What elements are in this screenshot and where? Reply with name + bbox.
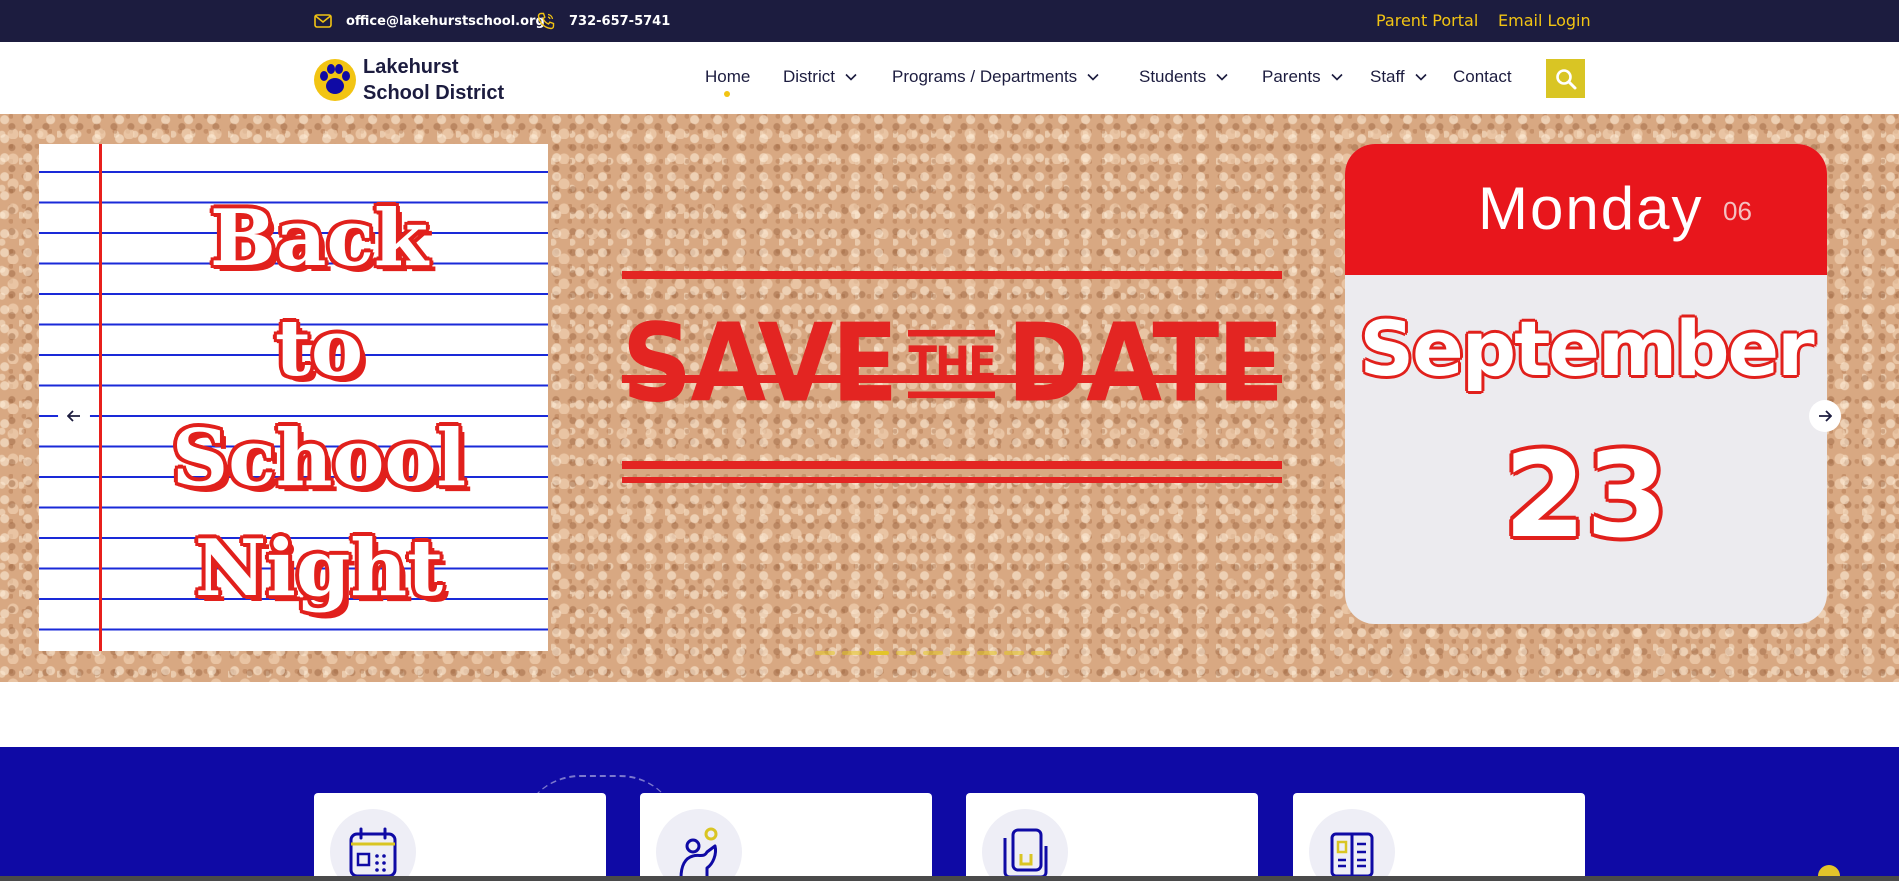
active-nav-indicator	[724, 91, 730, 97]
slider-dot[interactable]	[896, 651, 916, 655]
book-icon	[1330, 832, 1374, 878]
quick-links-section	[0, 747, 1899, 881]
main-header: Lakehurst School District Home District …	[0, 42, 1899, 114]
back-to-school-notebook: Back to School Night	[39, 144, 548, 651]
phone-icon	[535, 10, 557, 32]
back-to-school-text: Back to School Night	[109, 184, 529, 624]
stamp-bar-bottom	[622, 477, 1282, 483]
notebook-margin-line	[99, 144, 102, 651]
slider-dot[interactable]	[923, 651, 943, 655]
slider-dot-active[interactable]	[869, 651, 889, 655]
calendar-day-number: 06	[1723, 196, 1752, 226]
search-button[interactable]	[1546, 59, 1585, 98]
slider-dot[interactable]	[1031, 651, 1051, 655]
slider-dot[interactable]	[950, 651, 970, 655]
the-word: THE	[908, 329, 997, 399]
slider-prev-button[interactable]	[58, 400, 90, 432]
arrow-left-icon	[67, 410, 80, 422]
student-icon	[679, 827, 718, 879]
quick-link-card-documents[interactable]	[966, 793, 1258, 881]
folder-icon	[1003, 828, 1048, 879]
notebook-word: School	[171, 413, 467, 504]
paw-logo-icon	[314, 59, 356, 101]
calendar-card: Monday 06 September 23	[1345, 144, 1827, 624]
save-the-date-text: SAVE THE DATE	[621, 301, 1284, 427]
calendar-day: Monday	[1478, 175, 1704, 242]
slider-next-button[interactable]	[1809, 400, 1841, 432]
calendar-icon	[349, 827, 397, 878]
district-logo[interactable]: Lakehurst School District	[313, 54, 504, 106]
slider-dot[interactable]	[815, 651, 835, 655]
district-name: Lakehurst School District	[363, 54, 504, 106]
card-icon-circle	[656, 809, 742, 881]
slider-pagination	[815, 651, 1051, 655]
slider-dot[interactable]	[977, 651, 997, 655]
card-icon-circle	[1309, 809, 1395, 881]
calendar-date: 23	[1503, 426, 1669, 564]
nav-students[interactable]: Students	[1139, 67, 1228, 87]
quick-link-card-calendar[interactable]	[314, 793, 606, 881]
mail-icon	[312, 10, 334, 32]
logo-line2: School District	[363, 82, 505, 104]
slider-dot[interactable]	[842, 651, 862, 655]
email-login-link[interactable]: Email Login	[1498, 11, 1591, 30]
slider-dot[interactable]	[1004, 651, 1024, 655]
notebook-word: Night	[194, 523, 444, 614]
save-the-date-graphic: SAVE THE DATE	[621, 259, 1284, 483]
save-word: SAVE	[621, 301, 899, 427]
nav-contact[interactable]: Contact	[1453, 67, 1512, 87]
stamp-bar-lower	[622, 461, 1282, 469]
nav-parents[interactable]: Parents	[1262, 67, 1343, 87]
card-icon-circle	[330, 809, 416, 881]
phone-contact[interactable]: 732-657-5741	[535, 10, 670, 32]
email-text[interactable]: office@lakehurstschool.org	[346, 14, 545, 29]
chevron-down-icon	[1331, 73, 1343, 81]
arrow-right-icon	[1819, 410, 1832, 422]
nav-district[interactable]: District	[783, 67, 857, 87]
search-icon	[1555, 68, 1576, 89]
nav-staff[interactable]: Staff	[1370, 67, 1427, 87]
bottom-strip	[0, 876, 1899, 881]
card-icon-circle	[982, 809, 1068, 881]
quick-link-card-students[interactable]	[640, 793, 932, 881]
quick-link-card-resources[interactable]	[1293, 793, 1585, 881]
email-contact[interactable]: office@lakehurstschool.org	[312, 10, 545, 32]
date-word: DATE	[1006, 301, 1284, 427]
logo-line1: Lakehurst	[363, 56, 459, 78]
stamp-bar-upper	[622, 271, 1282, 279]
chevron-down-icon	[845, 73, 857, 81]
nav-home[interactable]: Home	[705, 67, 750, 87]
chevron-down-icon	[1087, 73, 1099, 81]
calendar-month: September	[1359, 304, 1814, 393]
notebook-word: to	[274, 303, 364, 394]
chevron-down-icon	[1415, 73, 1427, 81]
top-contact-bar: office@lakehurstschool.org 732-657-5741 …	[0, 0, 1899, 42]
nav-programs[interactable]: Programs / Departments	[892, 67, 1099, 87]
phone-text[interactable]: 732-657-5741	[569, 14, 670, 29]
hero-slider[interactable]: Back to School Night SAVE THE DATE Monda…	[0, 114, 1899, 682]
parent-portal-link[interactable]: Parent Portal	[1376, 11, 1478, 30]
notebook-word: Back	[209, 193, 428, 284]
chevron-down-icon	[1216, 73, 1228, 81]
